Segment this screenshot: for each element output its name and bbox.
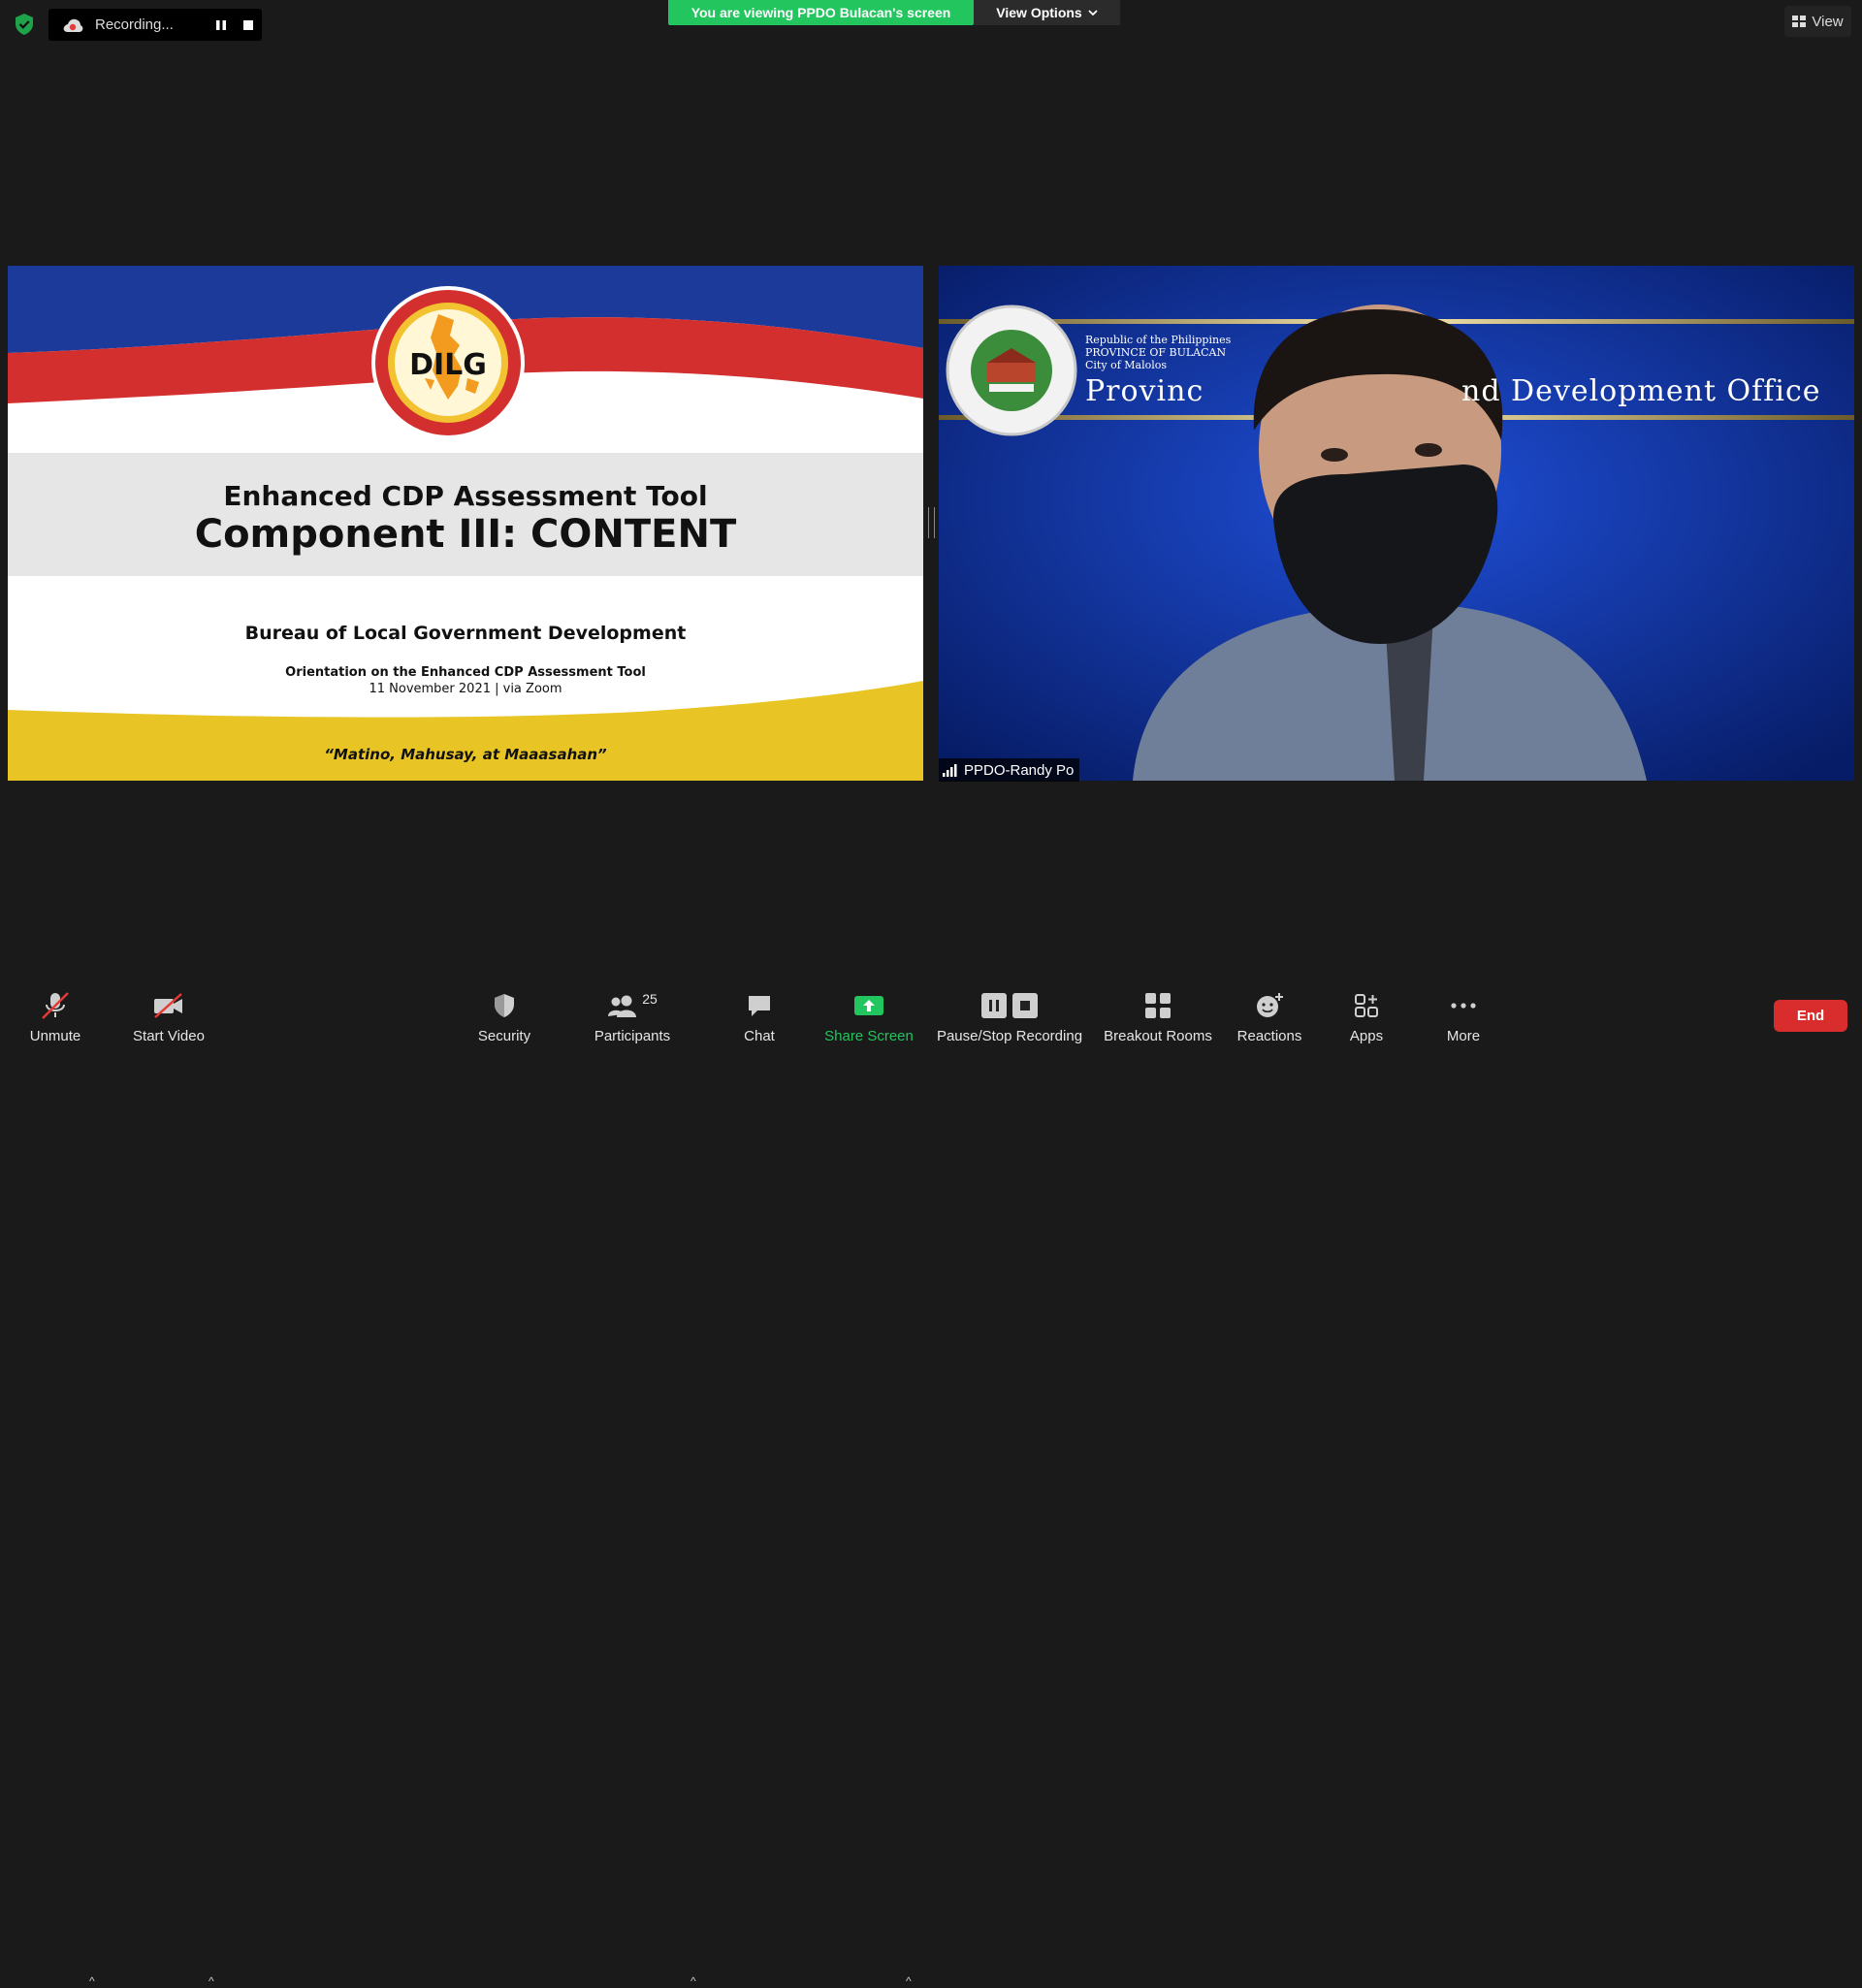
pause-icon — [981, 993, 1007, 1018]
security-shield-icon — [495, 994, 514, 1017]
reactions-label: Reactions — [1236, 1028, 1302, 1044]
participant-video: Republic of the Philippines PROVINCE OF … — [939, 266, 1854, 781]
grid-view-icon — [1792, 16, 1807, 27]
participants-count: 25 — [642, 991, 658, 1007]
banner-line-city: City of Malolos — [1085, 359, 1168, 371]
pause-recording-button[interactable] — [208, 12, 235, 39]
encryption-shield-icon[interactable] — [12, 12, 37, 37]
view-layout-button[interactable]: View — [1784, 6, 1851, 37]
chat-button[interactable]: Chat — [732, 979, 787, 1047]
slide-title-line2: Component III: CONTENT — [194, 512, 737, 557]
slide-date: 11 November 2021 | via Zoom — [369, 682, 562, 696]
view-label: View — [1812, 13, 1844, 30]
share-options-caret[interactable]: ^ — [906, 1974, 912, 1988]
reactions-button[interactable]: Reactions — [1230, 979, 1309, 1047]
banner-office-left: Provinc — [1085, 374, 1204, 408]
participants-button[interactable]: 25 Participants — [586, 979, 679, 1047]
video-options-caret[interactable]: ^ — [209, 1974, 214, 1988]
stop-icon — [243, 19, 253, 30]
slide-motto: “Matino, Mahusay, at Maaasahan” — [324, 746, 607, 763]
more-button[interactable]: More — [1429, 979, 1497, 1047]
view-options-label: View Options — [996, 5, 1082, 20]
recording-label: Recording... — [95, 16, 174, 33]
pause-stop-recording-button[interactable]: Pause/Stop Recording — [933, 979, 1086, 1047]
participants-options-caret[interactable]: ^ — [690, 1974, 696, 1988]
more-dots-icon — [1451, 1003, 1476, 1009]
unmute-label: Unmute — [29, 1028, 81, 1044]
apps-icon — [1355, 994, 1378, 1017]
banner-line-province: PROVINCE OF BULACAN — [1085, 346, 1227, 359]
security-label: Security — [477, 1028, 531, 1044]
slide-orientation: Orientation on the Enhanced CDP Assessme… — [285, 665, 646, 680]
view-options-button[interactable]: View Options — [974, 0, 1120, 25]
reactions-icon — [1257, 993, 1283, 1017]
participant-name: PPDO-Randy Po — [964, 761, 1075, 779]
participants-icon — [608, 995, 637, 1017]
chevron-down-icon — [1088, 10, 1098, 16]
shared-screen-slide: DILG Enhanced CDP Assessment Tool Compon… — [8, 266, 923, 781]
slide-bureau: Bureau of Local Government Development — [244, 623, 687, 644]
start-video-label: Start Video — [133, 1028, 205, 1044]
signal-strength-icon — [943, 763, 957, 777]
chat-bubble-icon — [749, 996, 770, 1016]
cloud-recording-icon — [63, 18, 83, 32]
end-meeting-button[interactable]: End — [1774, 1000, 1847, 1032]
banner-line-republic: Republic of the Philippines — [1085, 334, 1232, 346]
start-video-button[interactable]: Start Video — [124, 979, 213, 1047]
breakout-rooms-label: Breakout Rooms — [1104, 1028, 1212, 1044]
audio-options-caret[interactable]: ^ — [89, 1974, 95, 1988]
apps-label: Apps — [1349, 1028, 1384, 1044]
dilg-seal-logo: DILG — [371, 286, 525, 439]
share-screen-button[interactable]: Share Screen — [820, 979, 917, 1047]
meeting-controls-toolbar: Unmute ^ Start Video ^ Security 25 Parti… — [0, 979, 1862, 1988]
more-label: More — [1446, 1028, 1481, 1044]
breakout-rooms-button[interactable]: Breakout Rooms — [1098, 979, 1218, 1047]
dilg-logo-text: DILG — [409, 348, 487, 382]
unmute-button[interactable]: Unmute — [19, 979, 91, 1047]
slide-title-line1: Enhanced CDP Assessment Tool — [223, 480, 708, 512]
pause-icon — [216, 19, 226, 30]
banner-office-right: nd Development Office — [1461, 374, 1821, 408]
apps-button[interactable]: Apps — [1332, 979, 1400, 1047]
stop-icon — [1012, 993, 1038, 1018]
share-screen-icon — [854, 996, 883, 1015]
participants-label: Participants — [594, 1028, 671, 1044]
video-background — [939, 266, 1854, 781]
recording-indicator: Recording... — [48, 9, 262, 41]
chat-label: Chat — [744, 1028, 775, 1044]
participant-name-tag: PPDO-Randy Po — [939, 758, 1080, 782]
breakout-rooms-icon — [1145, 993, 1171, 1018]
pause-stop-recording-label: Pause/Stop Recording — [936, 1028, 1083, 1044]
stop-recording-button[interactable] — [235, 12, 262, 39]
security-button[interactable]: Security — [469, 979, 539, 1047]
muted-microphone-icon — [42, 992, 69, 1019]
video-off-icon — [154, 993, 182, 1018]
viewing-screen-banner: You are viewing PPDO Bulacan's screen — [668, 0, 974, 25]
share-screen-label: Share Screen — [824, 1028, 914, 1044]
pane-resize-handle[interactable] — [928, 507, 935, 538]
